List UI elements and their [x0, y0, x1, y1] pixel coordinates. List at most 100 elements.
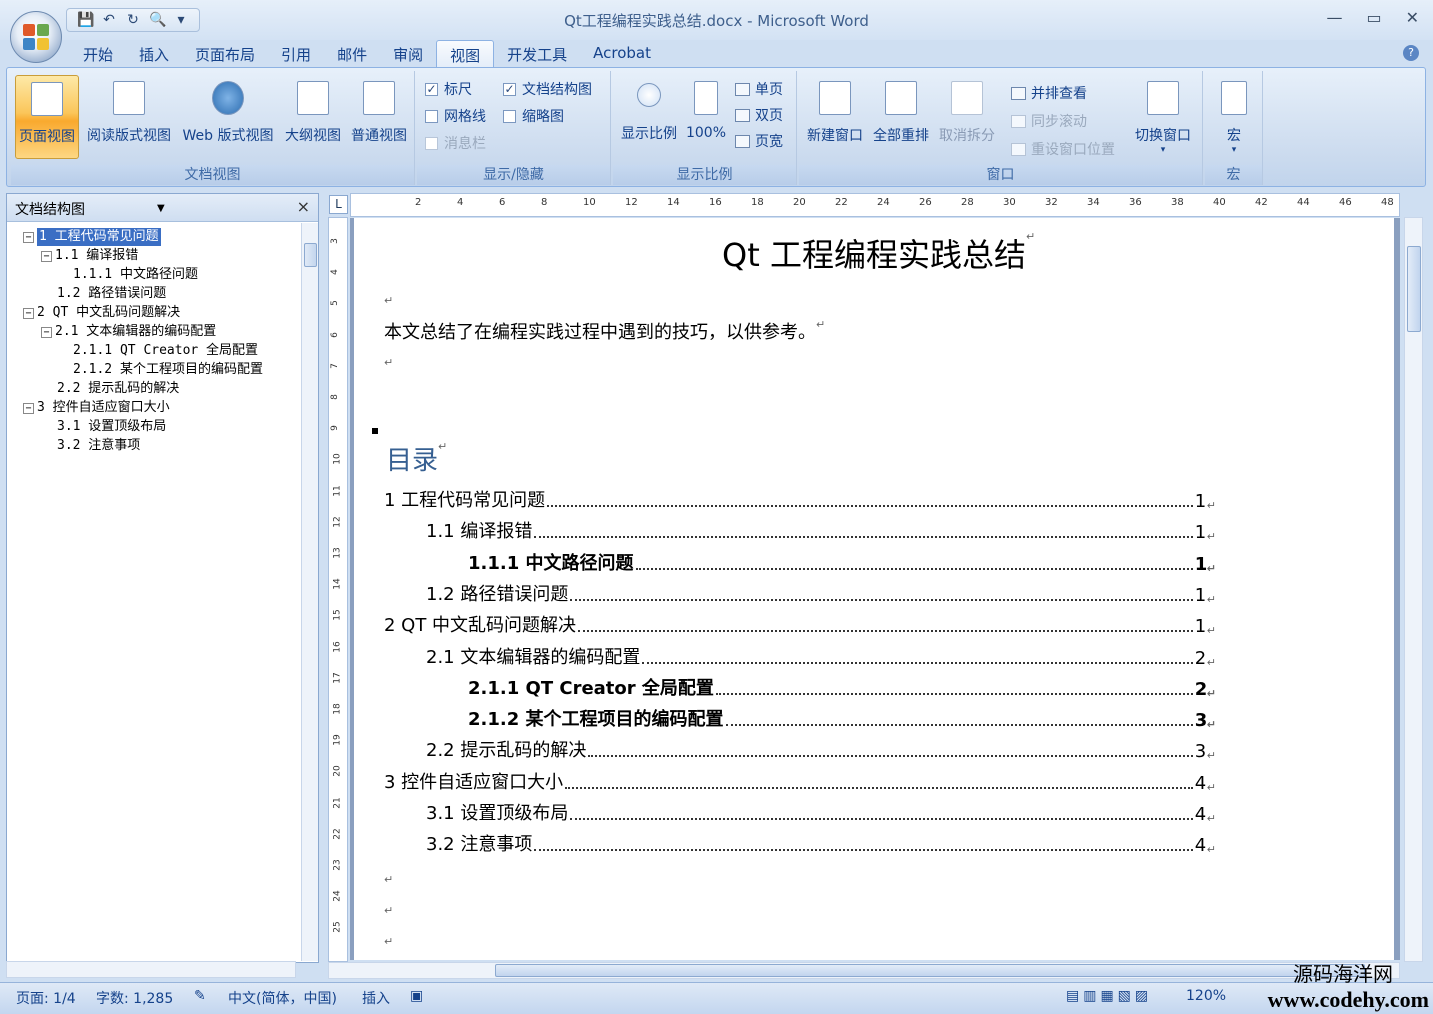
collapse-toggle-icon[interactable]: −: [23, 402, 34, 414]
tab-6[interactable]: 视图: [436, 40, 495, 68]
doc-map-checkbox[interactable]: ✓ 文档结构图: [503, 79, 592, 99]
tab-1[interactable]: 插入: [126, 40, 182, 68]
scrollbar-thumb[interactable]: [495, 964, 1365, 977]
doc-map-node-label: 3 控件自适应窗口大小: [37, 400, 170, 415]
ruler-checkbox[interactable]: ✓ 标尺: [425, 79, 472, 99]
view-shortcuts[interactable]: ▤▥▦▧▨: [1066, 988, 1152, 1004]
page-count-status[interactable]: 页面: 1/4: [16, 988, 76, 1008]
collapse-toggle-icon[interactable]: −: [41, 250, 52, 262]
scrollbar-thumb[interactable]: [304, 243, 317, 267]
minimize-button[interactable]: —: [1326, 8, 1342, 27]
ruler-tick-label: 20: [793, 197, 806, 208]
reset-window-position-button[interactable]: 重设窗口位置: [1011, 139, 1115, 159]
arrange-all-button[interactable]: 全部重排: [869, 75, 933, 159]
doc-map-node[interactable]: 2.1.1 QT Creator 全局配置: [73, 342, 258, 360]
insert-mode-status[interactable]: 插入: [362, 988, 390, 1008]
tab-8[interactable]: Acrobat: [580, 40, 664, 68]
web-layout-button[interactable]: Web 版式视图: [179, 75, 277, 159]
doc-map-node[interactable]: 3.2 注意事项: [57, 437, 140, 455]
scrollbar-thumb[interactable]: [1407, 246, 1421, 332]
tab-3[interactable]: 引用: [268, 40, 324, 68]
title-bar: 💾 ↶ ↻ 🔍 ▾ Qt工程编程实践总结.docx - Microsoft Wo…: [0, 0, 1433, 40]
doc-map-node[interactable]: −1.1 编译报错: [41, 247, 138, 265]
side-by-side-button[interactable]: 并排查看: [1011, 83, 1087, 103]
ruler-tick-label: 44: [1297, 197, 1310, 208]
doc-map-node[interactable]: 2.1.2 某个工程项目的编码配置: [73, 361, 263, 379]
toc-entry[interactable]: 3.1 设置顶级布局 4 ↵: [426, 801, 1216, 825]
switch-windows-button[interactable]: 切换窗口 ▾: [1129, 75, 1197, 159]
tab-4[interactable]: 邮件: [324, 40, 380, 68]
close-button[interactable]: ✕: [1406, 8, 1419, 27]
word-count-status[interactable]: 字数: 1,285: [96, 988, 173, 1008]
doc-map-node[interactable]: −1 工程代码常见问题: [23, 228, 161, 246]
pane-menu-dropdown-icon[interactable]: ▼: [157, 203, 165, 214]
proofing-icon[interactable]: ✎: [194, 988, 206, 1004]
doc-map-node[interactable]: 1.1.1 中文路径问题: [73, 266, 198, 284]
two-pages-button[interactable]: 双页: [735, 105, 783, 125]
toc-entry[interactable]: 1.1 编译报错 1 ↵: [426, 519, 1216, 543]
office-button[interactable]: [10, 11, 62, 63]
macros-button[interactable]: 宏 ▾: [1209, 75, 1259, 159]
toc-entry[interactable]: 1.1.1 中文路径问题 1 ↵: [468, 551, 1216, 575]
one-page-button[interactable]: 单页: [735, 79, 783, 99]
zoom-level-status[interactable]: 120%: [1186, 988, 1226, 1004]
outline-button[interactable]: 大纲视图: [281, 75, 345, 159]
print-layout-button[interactable]: 页面视图: [15, 75, 79, 159]
document-horizontal-scrollbar[interactable]: [328, 962, 1400, 979]
toc-entry[interactable]: 2.1 文本编辑器的编码配置 2 ↵: [426, 645, 1216, 669]
tab-0[interactable]: 开始: [70, 40, 126, 68]
document-map-horizontal-scrollbar[interactable]: [6, 961, 296, 978]
doc-map-node[interactable]: −3 控件自适应窗口大小: [23, 399, 170, 417]
vertical-ruler[interactable]: 3 4 5 6 7 8 9 10 11 12 13 14 15 16 17 18 19 20 21 22 23 24 25: [328, 217, 348, 962]
new-window-button[interactable]: 新建窗口: [803, 75, 867, 159]
macro-record-icon[interactable]: ▣: [410, 988, 423, 1004]
maximize-button[interactable]: ▭: [1366, 8, 1381, 27]
sync-scroll-button[interactable]: 同步滚动: [1011, 111, 1087, 131]
toc-entry[interactable]: 2.2 提示乱码的解决 3 ↵: [426, 738, 1216, 762]
toc-entry[interactable]: 1.2 路径错误问题 1 ↵: [426, 582, 1216, 606]
tab-7[interactable]: 开发工具: [494, 40, 580, 68]
side-by-side-icon: [1011, 86, 1026, 100]
help-icon[interactable]: ?: [1403, 45, 1419, 61]
toc-page-number: 1: [1194, 616, 1207, 638]
toc-entry[interactable]: 2 QT 中文乱码问题解决 1 ↵: [384, 613, 1216, 637]
message-bar-checkbox[interactable]: 消息栏: [425, 133, 486, 153]
two-pages-label: 双页: [755, 108, 783, 124]
remove-split-button[interactable]: 取消拆分: [935, 75, 999, 159]
draft-button[interactable]: 普通视图: [347, 75, 411, 159]
document-map-vertical-scrollbar[interactable]: [301, 223, 318, 961]
zoom-button[interactable]: 显示比例: [617, 75, 681, 159]
thumbnails-checkbox[interactable]: 缩略图: [503, 106, 564, 126]
toc-entry[interactable]: 1 工程代码常见问题 1 ↵: [384, 488, 1216, 512]
toc-entry[interactable]: 3.2 注意事项 4 ↵: [426, 832, 1216, 856]
toc-entry-text: 2.1.1 QT Creator 全局配置: [468, 677, 714, 699]
doc-map-label: 文档结构图: [522, 82, 592, 98]
tab-selector-icon[interactable]: L: [329, 195, 348, 214]
paragraph-mark: ↵: [1206, 718, 1216, 732]
document-page[interactable]: Qt 工程编程实践总结 ↵ ↵ 本文总结了在编程实践过程中遇到的技巧，以供参考。 ↵…: [354, 218, 1394, 960]
collapse-toggle-icon[interactable]: −: [23, 231, 34, 243]
tab-2[interactable]: 页面布局: [182, 40, 268, 68]
document-vertical-scrollbar[interactable]: [1404, 217, 1423, 962]
toc-page-number: 4: [1194, 772, 1207, 794]
toc-entry[interactable]: 3 控件自适应窗口大小 4 ↵: [384, 770, 1216, 794]
doc-map-node[interactable]: −2.1 文本编辑器的编码配置: [41, 323, 216, 341]
doc-map-node[interactable]: 2.2 提示乱码的解决: [57, 380, 179, 398]
language-status[interactable]: 中文(简体，中国): [228, 988, 337, 1008]
horizontal-ruler[interactable]: 2 4 6 8 10 12 14 16 18 20 22 24 26 28 30 32 34 36 38 40 42 44…: [350, 193, 1400, 217]
doc-map-node[interactable]: −2 QT 中文乱码问题解决: [23, 304, 180, 322]
pane-close-icon[interactable]: ×: [297, 197, 310, 216]
gridlines-checkbox[interactable]: 网格线: [425, 106, 486, 126]
page-width-button[interactable]: 页宽: [735, 131, 783, 151]
zoom-100-button[interactable]: 100%: [683, 75, 729, 159]
doc-map-node[interactable]: 3.1 设置顶级布局: [57, 418, 166, 436]
collapse-toggle-icon[interactable]: −: [41, 326, 52, 338]
doc-map-node[interactable]: 1.2 路径错误问题: [57, 285, 166, 303]
reading-layout-button[interactable]: 阅读版式视图: [83, 75, 175, 159]
group-zoom: 显示比例 100% 单页 双页 页宽 显示比例: [613, 71, 797, 185]
paragraph-mark: ↵: [1206, 561, 1216, 575]
collapse-toggle-icon[interactable]: −: [23, 307, 34, 319]
toc-entry[interactable]: 2.1.2 某个工程项目的编码配置 3 ↵: [468, 707, 1216, 731]
tab-5[interactable]: 审阅: [380, 40, 436, 68]
toc-entry[interactable]: 2.1.1 QT Creator 全局配置 2 ↵: [468, 676, 1216, 700]
